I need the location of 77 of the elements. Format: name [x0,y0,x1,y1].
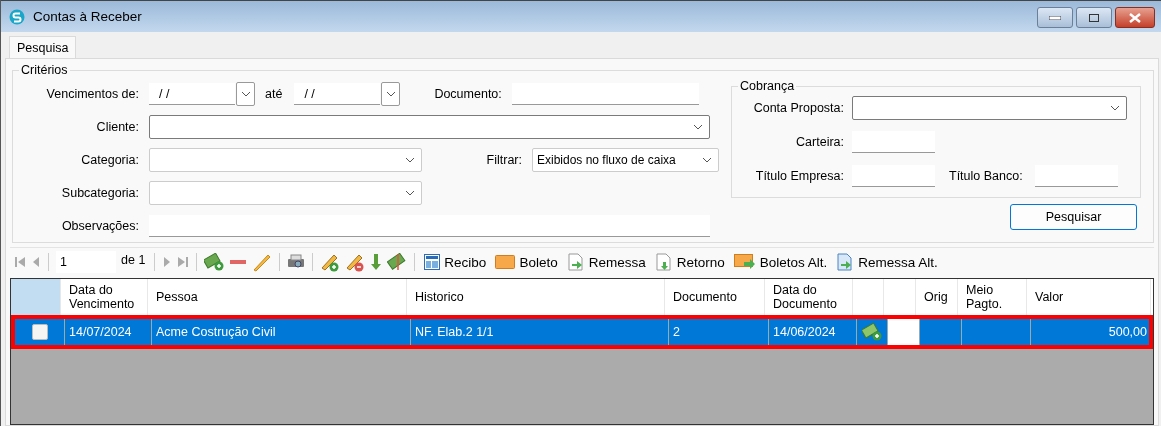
receipt-icon [424,254,441,270]
printer-icon[interactable] [287,254,306,270]
date-picker-button[interactable] [236,82,255,106]
field-label: Documento: [434,87,502,101]
document-arrow-icon [566,253,585,271]
wallet-field[interactable] [852,131,935,153]
table-cell: 14/06/2024 [769,319,857,345]
window-title: Contas à Receber [33,9,142,24]
field-label: Título Empresa: [754,169,844,183]
first-page-icon[interactable] [14,256,26,268]
field-label: Carteira: [795,135,844,149]
table-row[interactable]: 14/07/2024 Acme Costrução Civil NF. Elab.2 1/1 2 14/06/2024 500,00 [11,315,1153,349]
chevron-down-icon [693,124,703,130]
field-label: Subcategoria: [60,186,139,200]
field-label: Vencimentos de: [45,87,139,101]
checkbox[interactable] [31,324,48,340]
chevron-down-icon [1110,105,1120,111]
color-cell [888,319,920,345]
minimize-icon [1049,15,1061,20]
money-add-icon[interactable] [204,253,225,271]
pencil-remove-icon[interactable] [345,252,366,272]
date-picker-button[interactable] [381,82,401,106]
date-field[interactable]: / / [294,83,381,105]
field-label: Filtrar: [485,153,522,167]
document-down-arrow-icon [654,253,673,271]
app-logo-icon [9,8,25,25]
account-dropdown[interactable] [852,96,1127,120]
chevron-down-icon [240,91,251,97]
close-button[interactable] [1115,7,1155,28]
field-label: Categoria: [80,153,139,167]
date-field[interactable]: / / [149,83,235,105]
chevron-down-icon [702,157,712,163]
chevron-down-icon [405,157,415,163]
maximize-button[interactable] [1076,7,1112,28]
toolbar-button[interactable]: Recibo [422,254,489,270]
group-title: Cobrança [739,79,796,93]
table-cell: 14/07/2024 [65,319,152,345]
page-field[interactable]: 1 [56,251,116,273]
minimize-button[interactable] [1037,7,1073,28]
field-label: Título Banco: [949,169,1023,183]
bank-title-field[interactable] [1034,165,1118,187]
tab[interactable]: Pesquisa [9,36,77,58]
pencil-add-icon[interactable] [320,252,341,272]
money-add-icon [862,323,882,341]
toolbar-button[interactable]: Boleto [493,254,560,270]
filter-dropdown[interactable]: Exibidos no fluxo de caixa [532,148,719,172]
page-count: de 1 [121,253,146,267]
pencil-icon[interactable] [252,252,273,272]
toolbar-button[interactable]: Retorno [652,253,727,271]
toolbar-button[interactable]: Remessa Alt. [834,253,940,271]
slip-icon [495,255,516,269]
category-dropdown[interactable] [149,148,422,172]
chevron-down-icon [385,91,396,97]
field-label: até [265,87,283,101]
toolbar-button[interactable]: Remessa [564,253,648,271]
table-cell-text: 500,00 [1107,324,1148,341]
document-field[interactable] [511,83,699,105]
restore-icon [1089,13,1099,22]
client-dropdown[interactable] [149,115,710,139]
last-page-icon[interactable] [177,256,190,268]
group-title: Critérios [20,63,69,77]
table-cell: NF. Elab.2 1/1 [411,319,669,345]
notes-field[interactable] [149,215,710,237]
subcategory-dropdown[interactable] [149,181,422,205]
chevron-down-icon [405,190,415,196]
close-icon [1129,12,1141,23]
field-label: Cliente: [95,120,139,134]
search-button[interactable]: Pesquisar [1010,204,1137,230]
table-cell: 2 [669,319,769,345]
table-cell: Acme Costrução Civil [152,319,411,345]
down-arrow-icon[interactable] [370,253,383,271]
field-label: Observações: [60,219,139,233]
previous-page-icon[interactable] [31,256,41,268]
toolbar-button[interactable]: Boletos Alt. [731,254,830,270]
document-arrow-icon [836,253,855,271]
company-title-field[interactable] [852,165,935,187]
field-label: Conta Proposta: [752,101,844,115]
